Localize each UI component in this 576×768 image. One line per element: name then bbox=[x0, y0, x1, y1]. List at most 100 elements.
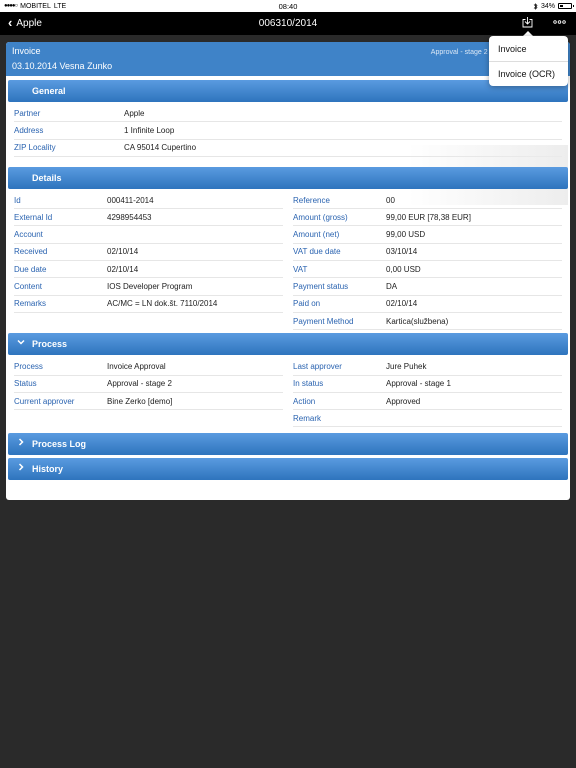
detail-row: VAT 0,00 USD bbox=[293, 261, 562, 279]
process-row: Last approver Jure Puhek bbox=[293, 358, 562, 376]
row-value: Approval - stage 2 bbox=[107, 379, 172, 389]
section-general: Partner Apple Address 1 Infinite Loop ZI… bbox=[6, 102, 570, 157]
row-value: Invoice Approval bbox=[107, 361, 166, 371]
row-label: VAT bbox=[293, 264, 308, 274]
general-row-address: Address 1 Infinite Loop bbox=[14, 122, 562, 140]
carrier-label: MOBITEL bbox=[20, 2, 51, 10]
row-label: Received bbox=[14, 247, 48, 257]
process-row: Remark bbox=[293, 410, 562, 428]
section-title: General bbox=[32, 86, 66, 96]
general-row-zip: ZIP Locality CA 95014 Cupertino bbox=[14, 140, 562, 157]
row-label: Payment status bbox=[293, 282, 349, 292]
row-value: 000411-2014 bbox=[107, 195, 154, 205]
battery-fill bbox=[560, 5, 564, 7]
export-menu: Invoice Invoice (OCR) bbox=[489, 36, 568, 86]
section-title: Details bbox=[32, 172, 62, 183]
navigation-bar: ‹ Apple 006310/2014 bbox=[0, 12, 576, 35]
status-right: 34% bbox=[422, 2, 574, 10]
row-label: Amount (gross) bbox=[293, 212, 348, 222]
section-process-header[interactable]: Process bbox=[8, 333, 568, 356]
section-title: Process Log bbox=[32, 439, 87, 450]
section-details-header[interactable]: Details bbox=[8, 166, 568, 189]
network-label: LTE bbox=[53, 2, 67, 10]
detail-row: Paid on 02/10/14 bbox=[293, 296, 562, 313]
chevron-right-icon bbox=[17, 463, 25, 473]
row-value: Apple bbox=[124, 108, 145, 118]
row-label: ZIP Locality bbox=[14, 143, 56, 153]
row-value: Bine Zerko [demo] bbox=[107, 396, 173, 406]
row-value: IOS Developer Program bbox=[107, 282, 193, 292]
row-value: CA 95014 Cupertino bbox=[124, 143, 197, 153]
row-label: Address bbox=[14, 125, 44, 135]
row-label: VAT due date bbox=[293, 247, 341, 257]
bluetooth-icon bbox=[533, 2, 538, 10]
row-value: 99,00 EUR [78,38 EUR] bbox=[386, 212, 471, 222]
row-value: 02/10/14 bbox=[107, 247, 139, 257]
chevron-down-icon bbox=[17, 338, 25, 348]
row-label: Action bbox=[293, 396, 316, 406]
detail-row: Reference 00 bbox=[293, 192, 562, 210]
row-value: 4298954453 bbox=[107, 212, 152, 222]
row-label: Content bbox=[14, 282, 43, 292]
row-value: Kartica(službena) bbox=[386, 316, 449, 326]
menu-item-invoice-ocr[interactable]: Invoice (OCR) bbox=[489, 61, 568, 86]
row-value: 03/10/14 bbox=[386, 247, 418, 257]
section-process-log-header[interactable]: Process Log bbox=[8, 433, 568, 456]
row-label: Id bbox=[14, 195, 21, 205]
row-label: Account bbox=[14, 230, 43, 240]
share-icon[interactable] bbox=[522, 16, 533, 28]
detail-row: Received 02/10/14 bbox=[14, 244, 283, 262]
detail-row: Payment status DA bbox=[293, 278, 562, 296]
detail-row: Content IOS Developer Program bbox=[14, 278, 283, 296]
menu-item-invoice[interactable]: Invoice bbox=[489, 36, 568, 61]
process-row: Status Approval - stage 2 bbox=[14, 376, 283, 393]
details-left-column: Id 000411-2014 External Id 4298954453 Acco… bbox=[14, 192, 283, 330]
signal-icon: ●●●●○ bbox=[4, 3, 18, 9]
detail-row: Amount (gross) 99,00 EUR [78,38 EUR] bbox=[293, 209, 562, 227]
detail-row: Remarks AC/MC = LN dok.št. 7110/2014 bbox=[14, 296, 283, 313]
row-value: 02/10/14 bbox=[386, 299, 418, 309]
row-label: Due date bbox=[14, 264, 47, 274]
general-row-partner: Partner Apple bbox=[14, 105, 562, 123]
section-general-header[interactable]: General bbox=[8, 80, 568, 102]
row-label: Amount (net) bbox=[293, 230, 340, 240]
process-row: Action Approved bbox=[293, 393, 562, 411]
section-history-header[interactable]: History bbox=[8, 458, 568, 481]
detail-row: Payment Method Kartica(službena) bbox=[293, 313, 562, 331]
status-time: 08:40 bbox=[278, 1, 298, 11]
invoice-detail: Invoice 03.10.2014 Vesna Zunko Approval … bbox=[6, 42, 570, 500]
status-bar: ●●●●○ MOBITEL LTE 08:40 34% bbox=[0, 0, 576, 12]
chevron-right-icon bbox=[17, 438, 25, 448]
row-label: Paid on bbox=[293, 299, 321, 309]
section-title: History bbox=[32, 464, 64, 475]
detail-row: Account bbox=[14, 226, 283, 244]
row-value: 99,00 USD bbox=[386, 230, 426, 240]
detail-row: Amount (net) 99,00 USD bbox=[293, 226, 562, 244]
detail-row: VAT due date 03/10/14 bbox=[293, 244, 562, 262]
section-details: Id 000411-2014 External Id 4298954453 Acco… bbox=[6, 189, 570, 331]
detail-row: External Id 4298954453 bbox=[14, 209, 283, 227]
row-value: DA bbox=[386, 282, 398, 292]
process-right-column: Last approver Jure Puhek In status Approva… bbox=[293, 358, 562, 428]
battery-icon bbox=[558, 3, 574, 9]
row-label: Remarks bbox=[14, 299, 47, 309]
row-label: External Id bbox=[14, 212, 53, 222]
more-icon[interactable] bbox=[553, 20, 566, 24]
nav-actions bbox=[522, 16, 566, 28]
row-value: AC/MC = LN dok.št. 7110/2014 bbox=[107, 299, 218, 309]
details-right-column: Reference 00 Amount (gross) 99,00 EUR [78,… bbox=[293, 192, 562, 331]
row-label: In status bbox=[293, 379, 324, 389]
row-value: Approved bbox=[386, 396, 421, 406]
row-label: Last approver bbox=[293, 361, 342, 371]
row-label: Reference bbox=[293, 195, 330, 205]
row-label: Status bbox=[14, 379, 37, 389]
row-label: Payment Method bbox=[293, 316, 354, 326]
section-title: Process bbox=[32, 339, 68, 350]
row-value: 02/10/14 bbox=[107, 264, 139, 274]
detail-row: Due date 02/10/14 bbox=[14, 261, 283, 279]
detail-row: Id 000411-2014 bbox=[14, 192, 283, 210]
process-row: In status Approval - stage 1 bbox=[293, 376, 562, 393]
invoice-subtitle: 03.10.2014 Vesna Zunko bbox=[12, 61, 113, 71]
row-value: Approval - stage 1 bbox=[386, 379, 451, 389]
page-title: 006310/2014 bbox=[258, 18, 318, 29]
